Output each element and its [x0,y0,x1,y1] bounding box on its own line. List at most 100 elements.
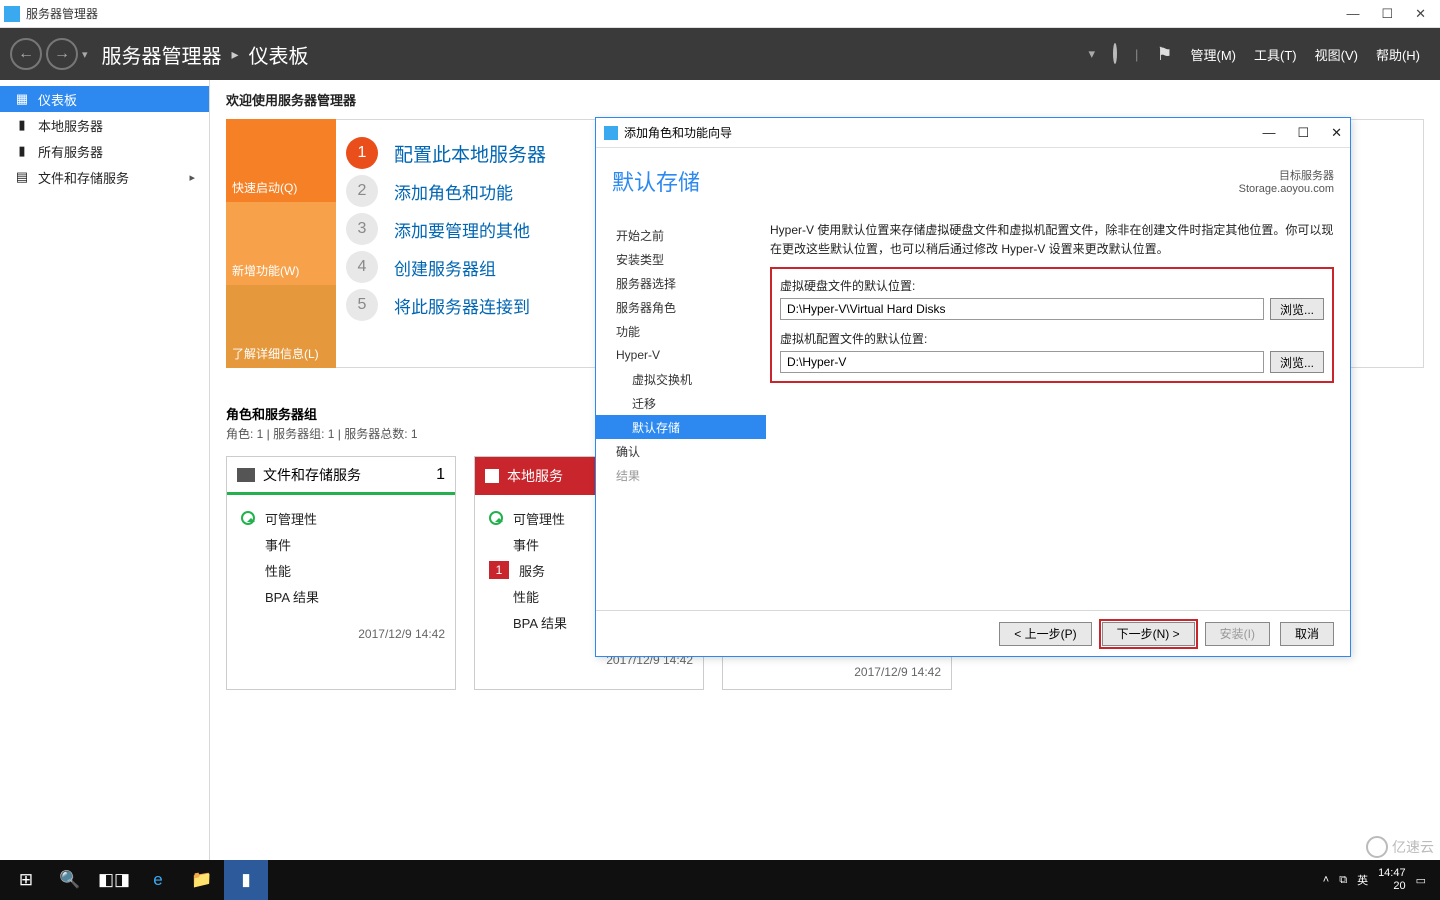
server-manager-taskbar-icon[interactable]: ▮ [224,860,268,900]
step-label: 创建服务器组 [394,255,496,280]
quickstart-tiles: 快速启动(Q) 新增功能(W) 了解详细信息(L) [226,119,336,368]
card-row-manageability[interactable]: 可管理性 [241,505,441,531]
wizard-nav-migration[interactable]: 迁移 [596,391,766,415]
wizard-next-button[interactable]: 下一步(N) > [1102,622,1195,646]
clock-date: 20 [1378,880,1406,893]
tray-up-icon[interactable]: ˄ [1323,874,1329,886]
tile-learn-more[interactable]: 了解详细信息(L) [226,285,336,368]
error-badge: 1 [489,561,509,579]
wizard-nav-server-select[interactable]: 服务器选择 [596,271,766,295]
wizard-nav-hyperv[interactable]: Hyper-V [596,343,766,367]
task-view-icon[interactable]: ◧◨ [92,860,136,900]
card-row-bpa[interactable]: BPA 结果 [241,583,441,609]
card-row-events[interactable]: 事件 [241,531,441,557]
watermark-icon [1366,836,1388,858]
wizard-titlebar: 添加角色和功能向导 — ☐ ✕ [596,118,1350,148]
wizard-nav-confirm[interactable]: 确认 [596,439,766,463]
wizard-title: 添加角色和功能向导 [624,124,732,141]
nav-forward-button[interactable]: → [46,38,78,70]
chevron-right-icon: ▸ [189,171,195,184]
row-label: 事件 [513,535,539,554]
wizard-install-button: 安装(I) [1205,622,1270,646]
notification-center-icon[interactable]: ▭ [1416,874,1426,887]
maximize-button[interactable]: ☐ [1381,6,1393,22]
vhd-path-label: 虚拟硬盘文件的默认位置: [780,277,1324,294]
network-icon[interactable]: ⧉ [1339,874,1347,887]
sidebar-item-file-storage[interactable]: ▤ 文件和存储服务 ▸ [0,164,209,190]
row-label: 性能 [265,561,291,580]
wizard-maximize-button[interactable]: ☐ [1297,125,1309,141]
start-button[interactable]: ⊞ [4,860,48,900]
card-count: 1 [436,466,445,484]
wizard-nav-server-roles[interactable]: 服务器角色 [596,295,766,319]
window-controls: — ☐ ✕ [1346,6,1436,22]
wizard-page-title: 默认存储 [612,165,700,197]
tile-quickstart[interactable]: 快速启动(Q) [226,119,336,202]
clock-time: 14:47 [1378,867,1406,880]
row-label: 可管理性 [265,509,317,528]
ime-indicator[interactable]: 英 [1357,872,1368,888]
nav-dropdown-icon[interactable]: ▾ [82,48,88,61]
menu-view[interactable]: 视图(V) [1315,45,1358,64]
nav-back-button[interactable]: ← [10,38,42,70]
servers-icon: ▮ [14,143,30,159]
wizard-header: 默认存储 目标服务器 Storage.aoyou.com [596,148,1350,213]
wizard-cancel-button[interactable]: 取消 [1280,622,1334,646]
step-label: 添加要管理的其他 [394,217,530,242]
server-icon: ▮ [14,117,30,133]
tile-whats-new[interactable]: 新增功能(W) [226,202,336,285]
step-number: 1 [346,137,378,169]
wizard-previous-button[interactable]: < 上一步(P) [999,622,1091,646]
nav-arrows: ← → ▾ [0,38,96,70]
wizard-nav-default-storage[interactable]: 默认存储 [596,415,766,439]
sidebar-item-local-server[interactable]: ▮ 本地服务器 [0,112,209,138]
sidebar-item-label: 仪表板 [38,90,77,109]
ie-icon[interactable]: e [136,860,180,900]
wizard-nav-vswitch[interactable]: 虚拟交换机 [596,367,766,391]
sidebar-item-label: 文件和存储服务 [38,168,129,187]
wizard-nav-before-begin[interactable]: 开始之前 [596,223,766,247]
wizard-nav-install-type[interactable]: 安装类型 [596,247,766,271]
wizard-nav-results: 结果 [596,463,766,487]
card-timestamp: 2017/12/9 14:42 [723,657,951,689]
window-title: 服务器管理器 [26,5,1346,22]
role-card-file-storage[interactable]: 文件和存储服务 1 可管理性 事件 性能 BPA 结果 2017/12/9 14… [226,456,456,690]
header-bar: ← → ▾ 服务器管理器 ▸ 仪表板 ▾ | ⚑ 管理(M) 工具(T) 视图(… [0,28,1440,80]
clock[interactable]: 14:47 20 [1378,867,1406,893]
vhd-browse-button[interactable]: 浏览... [1270,298,1324,320]
taskbar: ⊞ 🔍 ◧◨ e 📁 ▮ ˄ ⧉ 英 14:47 20 ▭ [0,860,1440,900]
welcome-title: 欢迎使用服务器管理器 [226,90,1424,109]
row-label: 事件 [265,535,291,554]
header-right: ▾ | ⚑ 管理(M) 工具(T) 视图(V) 帮助(H) [1088,44,1440,65]
tile-label: 新增功能(W) [232,262,299,279]
vhd-path-input[interactable] [780,298,1264,320]
minimize-button[interactable]: — [1346,6,1359,22]
card-row-performance[interactable]: 性能 [241,557,441,583]
crumb-current: 仪表板 [249,40,309,69]
sidebar-item-all-servers[interactable]: ▮ 所有服务器 [0,138,209,164]
watermark-text: 亿速云 [1392,837,1434,857]
menu-tools[interactable]: 工具(T) [1254,45,1297,64]
row-label: BPA 结果 [513,613,567,632]
sidebar-item-label: 本地服务器 [38,116,103,135]
step-number: 5 [346,289,378,321]
menu-manage[interactable]: 管理(M) [1191,45,1237,64]
wizard-minimize-button[interactable]: — [1262,125,1275,141]
dropdown-icon[interactable]: ▾ [1088,46,1095,62]
config-browse-button[interactable]: 浏览... [1270,351,1324,373]
menu-help[interactable]: 帮助(H) [1376,45,1420,64]
row-label: 可管理性 [513,509,565,528]
wizard-close-button[interactable]: ✕ [1331,125,1342,141]
sidebar-item-dashboard[interactable]: ▦ 仪表板 [0,86,209,112]
wizard-nav-features[interactable]: 功能 [596,319,766,343]
step-number: 3 [346,213,378,245]
search-icon[interactable]: 🔍 [48,860,92,900]
close-button[interactable]: ✕ [1415,6,1426,22]
explorer-icon[interactable]: 📁 [180,860,224,900]
wizard-target: 目标服务器 Storage.aoyou.com [1239,167,1334,195]
row-label: 性能 [513,587,539,606]
notifications-flag-icon[interactable]: ⚑ [1156,44,1172,65]
crumb-root[interactable]: 服务器管理器 [102,40,222,69]
refresh-icon[interactable] [1113,45,1117,63]
config-path-input[interactable] [780,351,1264,373]
